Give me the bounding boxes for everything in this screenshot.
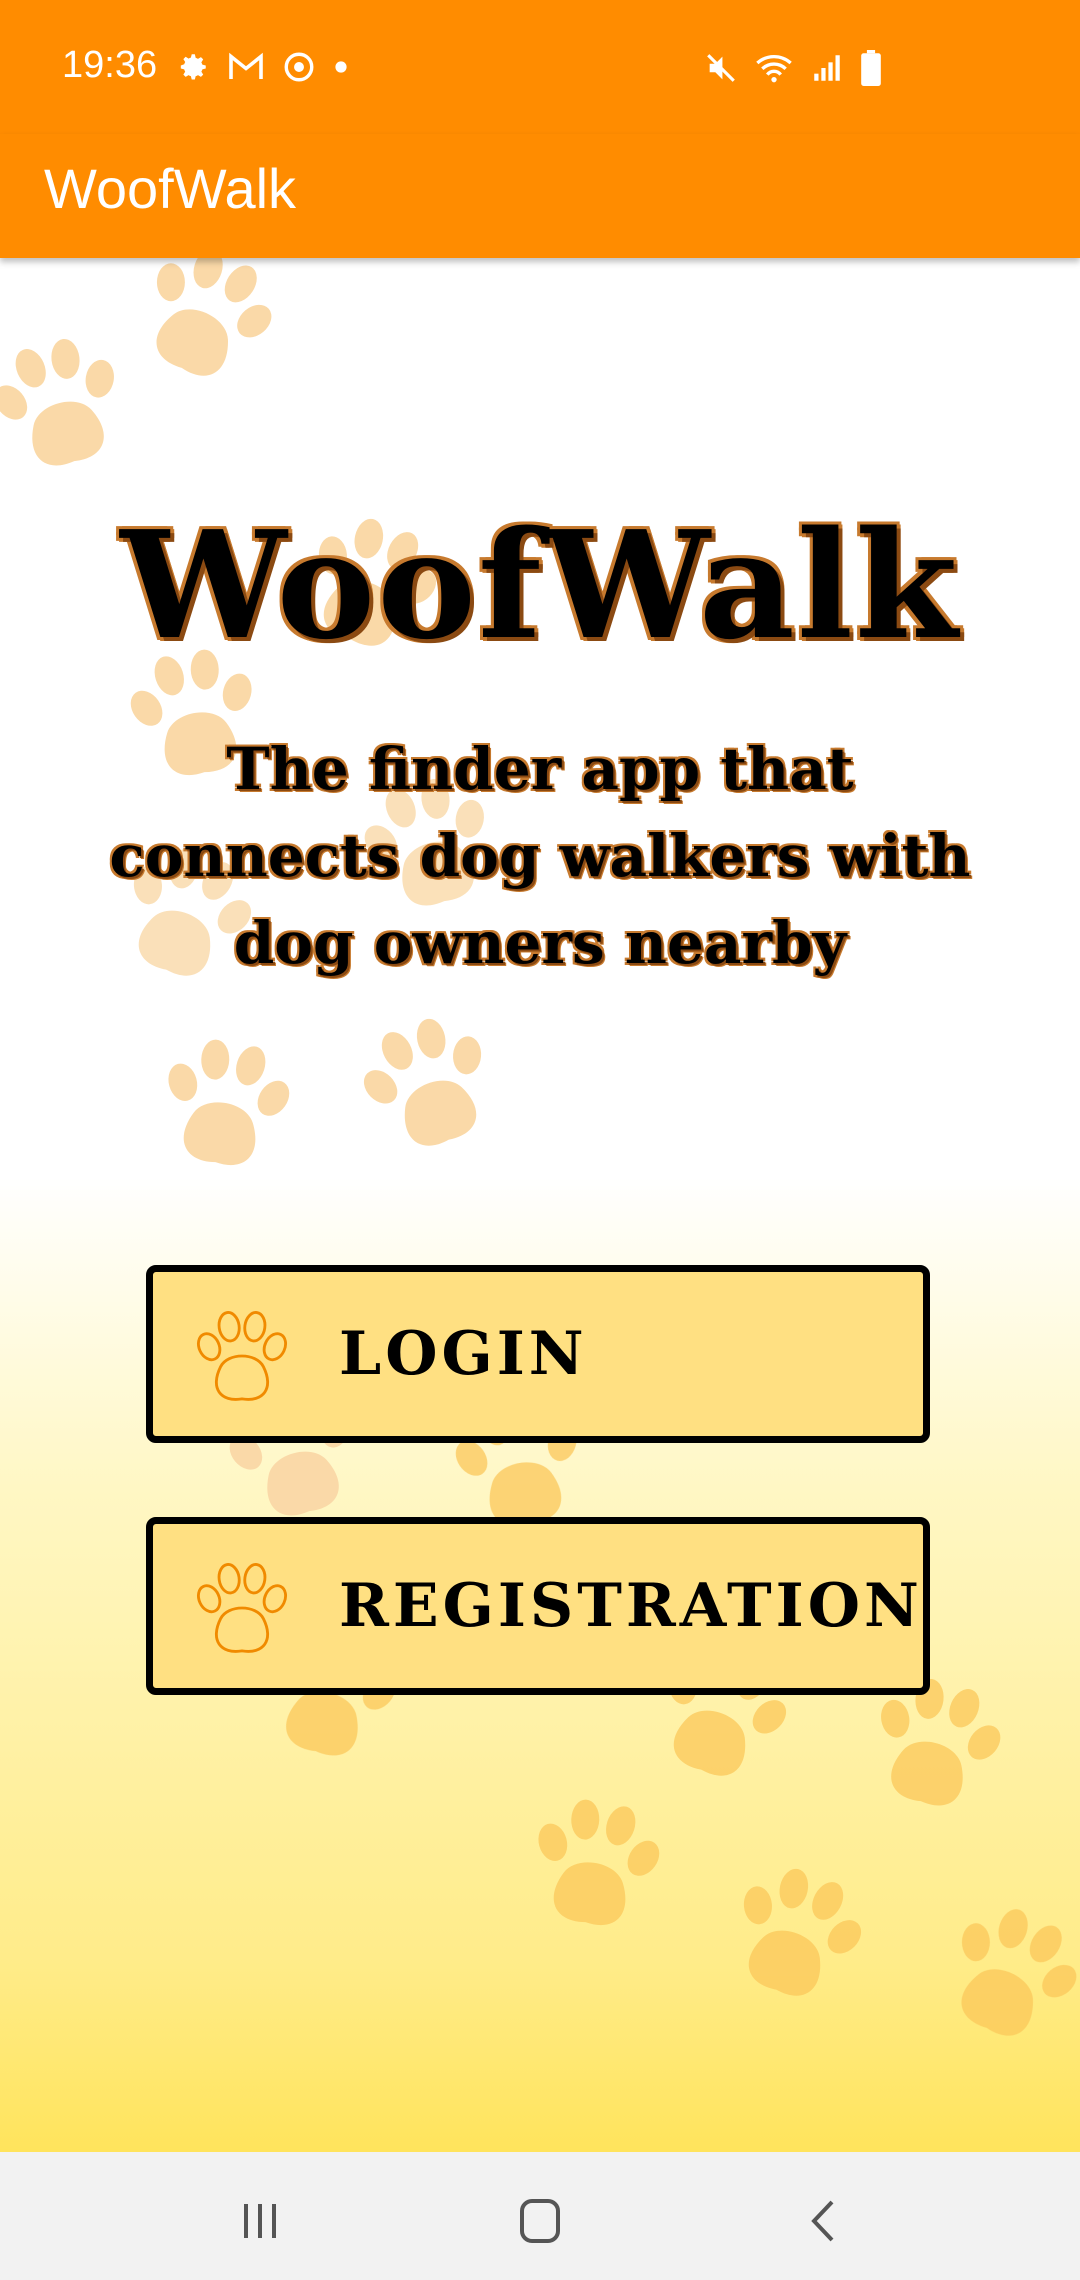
login-button-label: LOGIN (339, 1319, 588, 1389)
app-bar-title: WoofWalk (44, 157, 297, 220)
app-bar: WoofWalk (0, 134, 1080, 258)
registration-button-label: REGISTRATION (339, 1571, 923, 1641)
battery-icon (861, 50, 881, 86)
login-button[interactable]: LOGIN (146, 1265, 930, 1443)
signal-icon (814, 55, 840, 81)
gmail-icon (229, 52, 263, 79)
welcome-screen: WoofWalk The finder app that connects do… (0, 258, 1080, 2152)
system-nav-bar (0, 2152, 1080, 2280)
status-bar: 19:36 (0, 0, 1080, 134)
status-time: 19:36 (62, 44, 158, 86)
back-icon[interactable] (794, 2196, 854, 2246)
gear-icon (180, 54, 206, 80)
home-icon[interactable] (510, 2196, 570, 2246)
wifi-icon (756, 55, 792, 83)
sync-icon (284, 52, 314, 82)
hero-subtitle: The finder app that connects dog walkers… (109, 735, 971, 977)
recent-apps-icon[interactable] (230, 2196, 290, 2246)
dot-icon (335, 61, 347, 73)
mute-icon (707, 54, 735, 82)
registration-button[interactable]: REGISTRATION (146, 1517, 930, 1695)
status-icons-left (176, 50, 348, 84)
status-icons-right (704, 50, 882, 86)
hero-title: WoofWalk (120, 498, 960, 672)
paw-icon (196, 1311, 288, 1401)
paw-icon (196, 1563, 288, 1653)
